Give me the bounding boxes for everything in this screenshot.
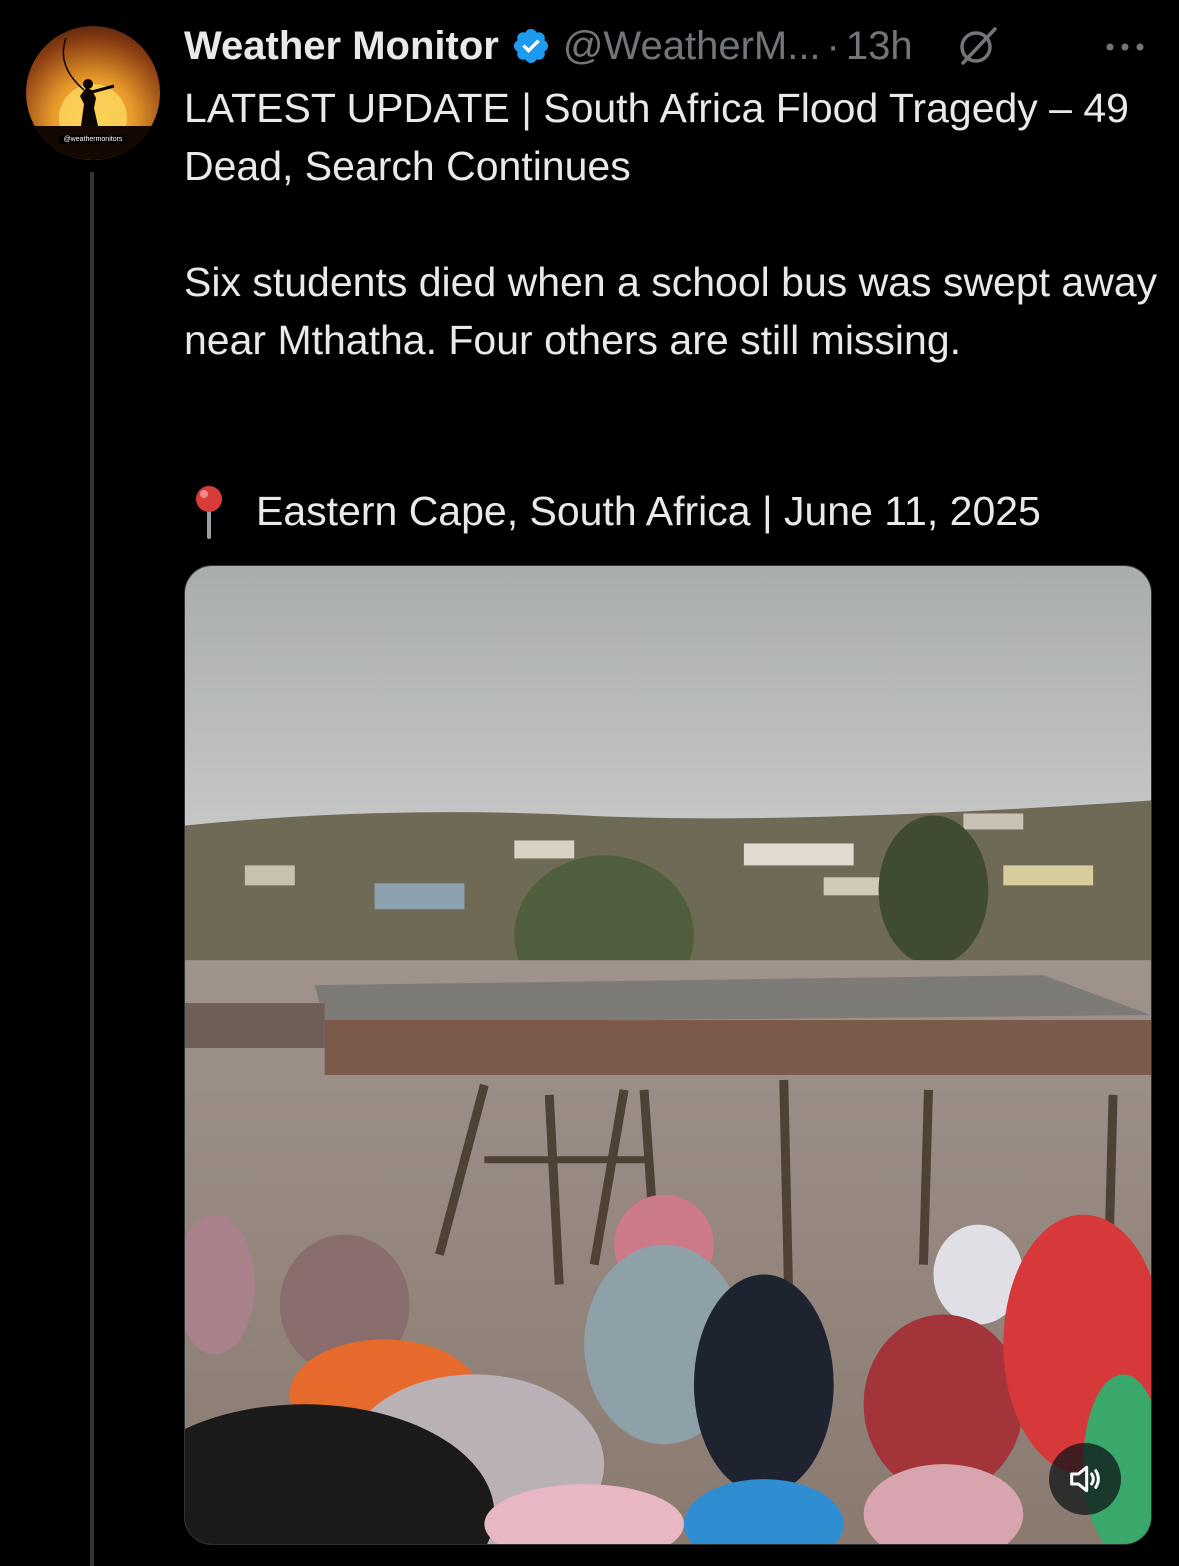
header-separator: · bbox=[826, 23, 840, 68]
location-text: Eastern Cape, South Africa | June 11, 20… bbox=[256, 488, 1041, 534]
speaker-muted-icon bbox=[1070, 1465, 1100, 1493]
tweet-media-video[interactable] bbox=[184, 565, 1152, 1545]
author-avatar[interactable]: @weathermonitors bbox=[26, 26, 160, 160]
more-options-icon[interactable] bbox=[1100, 22, 1150, 72]
author-name[interactable]: Weather Monitor bbox=[184, 24, 499, 69]
submerged-building bbox=[185, 975, 1151, 1075]
round-pushpin-icon bbox=[196, 486, 222, 539]
tweet-title: LATEST UPDATE | South Africa Flood Trage… bbox=[184, 85, 1129, 189]
verified-badge-icon[interactable] bbox=[511, 26, 551, 66]
avatar-handle-label: @weathermonitors bbox=[26, 135, 160, 144]
author-handle[interactable]: @WeatherM... bbox=[563, 24, 821, 69]
thread-line bbox=[90, 172, 94, 1566]
tweet-timestamp[interactable]: 13h bbox=[846, 24, 913, 69]
tweet-body: Six students died when a school bus was … bbox=[184, 259, 1158, 363]
tweet-location: Eastern Cape, South Africa | June 11, 20… bbox=[184, 482, 1159, 540]
tweet-header: Weather Monitor @WeatherM... · 13h bbox=[184, 18, 1159, 74]
tweet[interactable]: @weathermonitors Weather Monitor @Weathe… bbox=[0, 0, 1179, 1566]
flood-video-thumbnail bbox=[185, 566, 1151, 1544]
grok-icon[interactable] bbox=[955, 23, 1001, 69]
mute-toggle-button[interactable] bbox=[1049, 1443, 1121, 1515]
